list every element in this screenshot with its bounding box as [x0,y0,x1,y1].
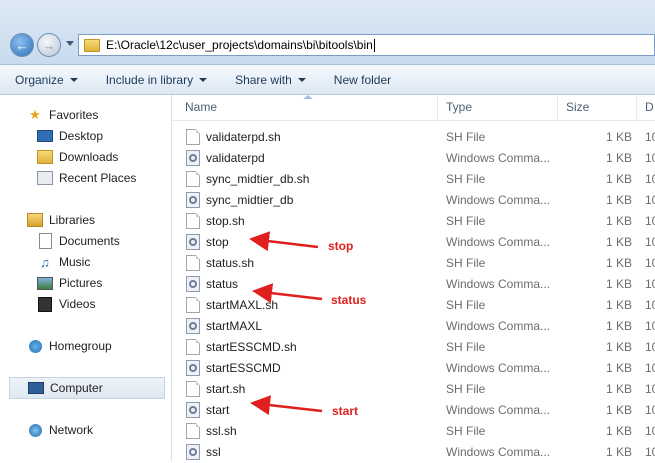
arrow-status [252,283,323,304]
arrow-start [250,395,323,416]
annotation-arrows [249,231,323,416]
arrow-stop [249,231,319,252]
annotation-status: status [331,293,367,307]
annotation-stop: stop [328,239,354,253]
annotation-start: start [332,404,359,418]
